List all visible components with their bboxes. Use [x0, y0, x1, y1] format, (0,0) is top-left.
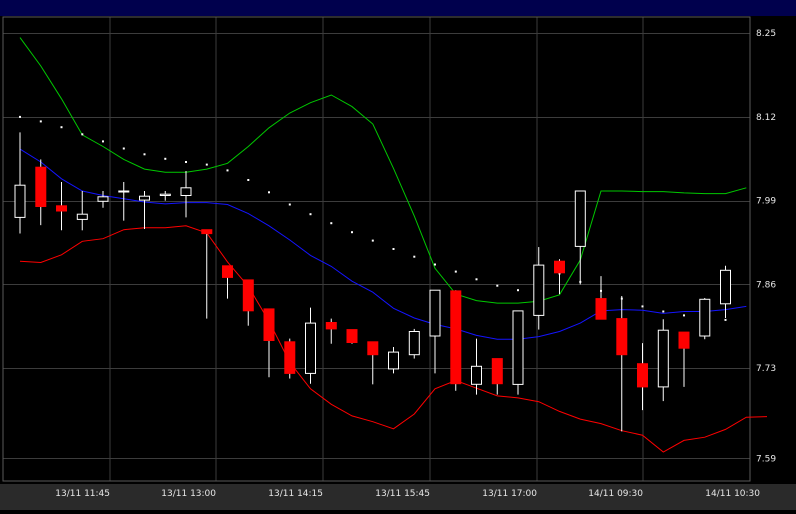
candle-body-up [97, 196, 109, 202]
candle-body-up [408, 331, 420, 356]
candle-body-down [325, 322, 337, 330]
sar-dot [371, 239, 374, 242]
sar-dot [185, 161, 187, 163]
sar-dot [143, 153, 146, 156]
candle-body-down [595, 298, 607, 320]
candle [346, 329, 358, 344]
candle [284, 338, 296, 379]
candle [450, 290, 462, 391]
candle-body-down [491, 358, 503, 385]
candle-body-down [637, 363, 648, 388]
candle-body-down [56, 205, 67, 212]
candle-body-down [678, 331, 690, 349]
sar-dot [517, 289, 519, 292]
y-tick-label: 7.99 [756, 197, 776, 207]
candle-body-up [388, 351, 399, 370]
candle [408, 328, 420, 359]
sar-dot [392, 248, 395, 250]
candle-body-down [35, 166, 47, 207]
x-tick-label: 13/11 11:45 [55, 489, 110, 499]
candle-body-down [346, 329, 358, 344]
sar-dot [434, 263, 436, 266]
candle-body-down [201, 229, 213, 235]
candle-body-up [139, 195, 150, 201]
sar-dot [683, 314, 685, 317]
candle-body-up [533, 264, 545, 316]
sar-dot [475, 278, 478, 281]
y-tick-label: 7.59 [756, 454, 776, 464]
y-tick-label: 7.86 [756, 280, 776, 290]
candle-body-up [657, 329, 669, 388]
plot-background [0, 16, 796, 484]
sar-dot [60, 126, 63, 129]
sar-dot [268, 191, 270, 194]
sar-dot [454, 270, 457, 273]
sar-dot [226, 169, 229, 172]
candle-body-up [180, 187, 192, 197]
candle-body-down [450, 290, 462, 385]
sar-dot [724, 318, 727, 321]
x-axis: 13/11 11:45 13/11 13:00 13/11 14:15 13/11 1… [55, 489, 760, 499]
candle-body-up [118, 190, 130, 193]
candle-body-down [367, 341, 379, 356]
x-axis-bar: 13/11 11:45 13/11 13:00 13/11 14:15 13/11 1… [0, 484, 796, 510]
candle-body-up [471, 365, 482, 385]
candle-body-up [574, 190, 586, 247]
candle-body-down [554, 260, 565, 274]
sar-dot [205, 163, 208, 166]
candle [512, 310, 524, 395]
sar-dot [247, 179, 250, 181]
sar-dot [662, 310, 665, 313]
candle-body-up [699, 298, 711, 337]
candle-body-up [14, 184, 26, 218]
x-tick-label: 13/11 15:45 [375, 489, 430, 499]
sar-dot [19, 115, 21, 118]
y-tick-label: 8.25 [756, 29, 776, 39]
y-tick-label: 8.12 [756, 113, 776, 123]
candle-body-up [720, 269, 731, 305]
chart-title-bar [0, 0, 796, 16]
candle-body-up [429, 289, 441, 337]
candle [699, 297, 711, 340]
candle-body-up [159, 193, 171, 196]
x-tick-label: 14/11 09:30 [588, 489, 643, 499]
sar-dot [164, 157, 167, 160]
x-tick-label: 14/11 10:30 [705, 489, 760, 499]
sar-dot [81, 133, 84, 136]
candle-body-up [305, 322, 316, 374]
sar-dot [330, 222, 333, 225]
x-tick-label: 13/11 13:00 [161, 489, 216, 499]
sar-dot [288, 203, 291, 206]
candle-body-down [616, 318, 628, 356]
sar-dot [122, 147, 125, 150]
x-tick-label: 13/11 14:15 [268, 489, 323, 499]
candle-body-down [263, 308, 275, 341]
sar-dot [641, 305, 644, 308]
candlestick-chart: 8.25 8.12 7.99 7.86 7.73 7.59 [0, 16, 796, 484]
sar-dot [413, 255, 416, 258]
sar-dot [351, 231, 353, 234]
sar-dot [102, 140, 104, 143]
y-tick-label: 7.73 [756, 364, 776, 374]
sar-dot [309, 213, 312, 216]
sar-dot [496, 284, 499, 287]
sar-dot [39, 120, 42, 123]
candle-body-up [76, 213, 88, 220]
candle-body-up [512, 310, 524, 385]
candle-body-down [222, 265, 233, 278]
candle-body-down [284, 341, 296, 374]
candle-body-down [242, 279, 254, 312]
x-tick-label: 13/11 17:00 [482, 489, 537, 499]
